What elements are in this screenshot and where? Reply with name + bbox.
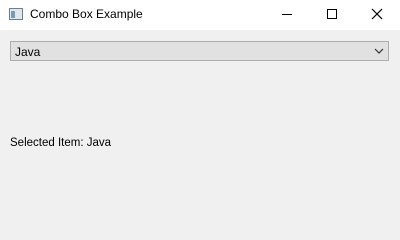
chevron-down-icon [374, 48, 384, 54]
close-button[interactable] [354, 0, 400, 30]
minimize-button[interactable] [264, 0, 310, 30]
window-app-icon [9, 8, 23, 20]
maximize-button[interactable] [309, 0, 355, 30]
selected-item-label: Selected Item: Java [10, 137, 111, 149]
language-combo-box[interactable]: Java [10, 41, 389, 61]
maximize-icon [327, 9, 337, 19]
window-title: Combo Box Example [30, 7, 143, 21]
title-bar[interactable]: Combo Box Example [0, 0, 400, 30]
close-icon [371, 8, 383, 20]
combo-selected-value: Java [15, 45, 41, 59]
main-window: Combo Box Example Java Selected Item: Ja… [0, 0, 400, 230]
minimize-icon [282, 14, 292, 15]
